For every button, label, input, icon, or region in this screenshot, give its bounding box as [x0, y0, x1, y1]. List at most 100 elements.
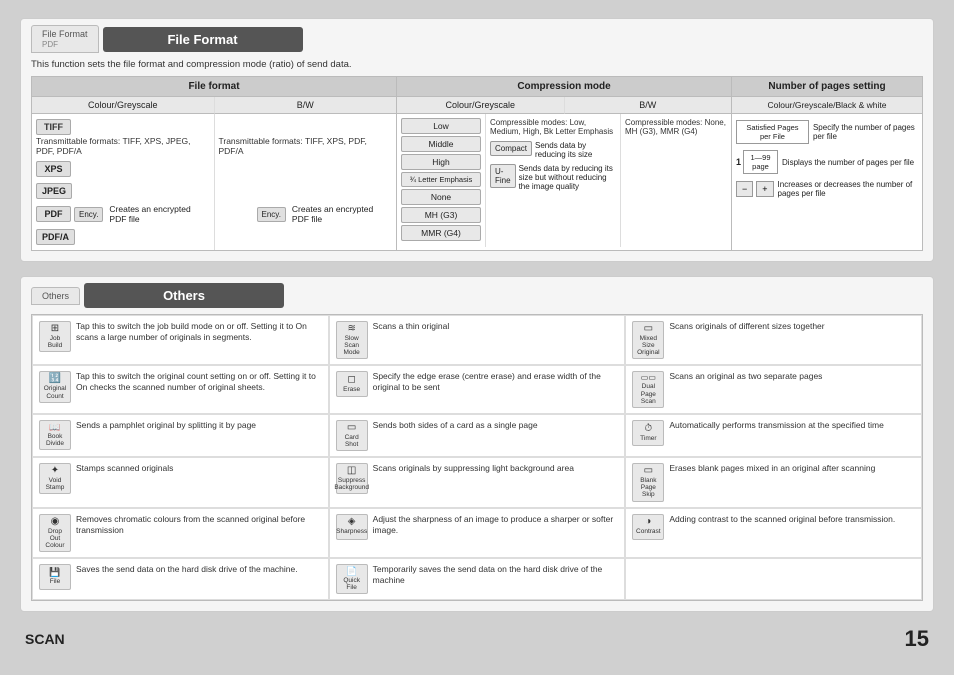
book-divide-icon[interactable]: 📖 Book Divide [39, 420, 71, 450]
compress-levels-list: Low Middle High ¾ Letter Emphasis None M… [401, 118, 481, 241]
compact-btn[interactable]: Compact [490, 141, 532, 156]
file-format-tab[interactable]: File Format PDF [31, 25, 99, 53]
compress-middle[interactable]: Middle [401, 136, 481, 152]
mixed-size-icon[interactable]: ▭ Mixed Size Original [632, 321, 664, 359]
others-item-contrast: ◑ Contrast Adding contrast to the scanne… [625, 508, 922, 558]
file-icon[interactable]: 💾 File [39, 564, 71, 590]
original-count-icon[interactable]: 🔢 Original Count [39, 371, 71, 402]
ff-pdf-bw: PDF Ency. Creates an encrypted PDF file [219, 204, 393, 224]
quick-file-icon[interactable]: 📄 Quick File [336, 564, 368, 594]
ency-bw[interactable]: Ency. [257, 207, 286, 222]
ff-tiff-bw-text: Transmittable formats: TIFF, XPS, PDF, P… [219, 136, 367, 156]
quick-file-text: Temporarily saves the send data on the h… [373, 564, 619, 586]
page-increment-btn[interactable]: + [756, 181, 773, 197]
others-item-timer: ⏱ Timer Automatically performs transmiss… [625, 414, 922, 457]
suppress-bg-icon[interactable]: ◫ Suppress Background [336, 463, 368, 494]
contrast-icon[interactable]: ◑ Contrast [632, 514, 664, 540]
ff-compress-colour-header: Colour/Greyscale [397, 97, 564, 114]
compress-none[interactable]: None [401, 189, 481, 205]
others-item-book-divide: 📖 Book Divide Sends a pamphlet original … [32, 414, 329, 457]
slow-scan-icon[interactable]: ≋ Slow Scan Mode [336, 321, 368, 359]
others-item-original-count: 🔢 Original Count Tap this to switch the … [32, 365, 329, 413]
ff-colour-formats: TIFF Transmittable formats: TIFF, XPS, J… [36, 118, 210, 246]
ff-compress-bw-header: B/W [564, 97, 732, 114]
card-shot-text: Sends both sides of a card as a single p… [373, 420, 619, 431]
dual-page-text: Scans an original as two separate pages [669, 371, 915, 382]
file-format-desc: This function sets the file format and c… [31, 59, 923, 70]
ff-pages-header: Number of pages setting [732, 77, 922, 97]
compress-levels-col: Low Middle High ¾ Letter Emphasis None M… [397, 114, 486, 247]
ff-compression-body: Low Middle High ¾ Letter Emphasis None M… [397, 114, 731, 247]
xps-btn-colour[interactable]: XPS [36, 161, 71, 177]
pdf-btn-colour[interactable]: PDF [36, 206, 71, 222]
page-decrement-btn[interactable]: − [736, 181, 753, 197]
pages-num-display: 1 1—99 page [736, 150, 778, 174]
mixed-size-text: Scans originals of different sizes toget… [669, 321, 915, 332]
compress-desc-colour-col: Compressible modes: Low, Medium, High, B… [486, 114, 621, 247]
timer-text: Automatically performs transmission at t… [669, 420, 915, 431]
others-header-row: Others Others [31, 283, 923, 308]
ff-pdfa-colour: PDF/A [36, 228, 210, 246]
others-item-suppress-bg: ◫ Suppress Background Scans originals by… [329, 457, 626, 507]
erase-icon[interactable]: ◻ Erase [336, 371, 368, 397]
compress-high[interactable]: High [401, 154, 481, 170]
ff-tiff-colour-text: Transmittable formats: TIFF, XPS, JPEG, … [36, 136, 190, 156]
scan-label: SCAN [25, 631, 65, 647]
dropout-colour-icon[interactable]: ◉ Drop Out Colour [39, 514, 71, 552]
file-text: Saves the send data on the hard disk dri… [76, 564, 322, 575]
job-build-icon[interactable]: ⊞ JobBuild [39, 321, 71, 352]
file-format-body: File Format PDF File Format This functio… [21, 19, 933, 261]
compress-mh[interactable]: MH (G3) [401, 207, 481, 223]
compress-letter[interactable]: ¾ Letter Emphasis [401, 172, 481, 187]
ff-compression-header: Compression mode [397, 77, 731, 97]
page-number: 15 [905, 626, 929, 652]
specified-pages-input[interactable]: Satisfied Pages per File [736, 120, 809, 144]
dropout-colour-text: Removes chromatic colours from the scann… [76, 514, 322, 536]
blank-page-skip-text: Erases blank pages mixed in an original … [669, 463, 915, 474]
others-item-job-build: ⊞ JobBuild Tap this to switch the job bu… [32, 315, 329, 365]
pages-specify-row: Satisfied Pages per File Specify the num… [736, 120, 918, 144]
page-range-display: 1—99 page [743, 150, 778, 174]
others-item-erase: ◻ Erase Specify the edge erase (centre e… [329, 365, 626, 413]
pages-body: Satisfied Pages per File Specify the num… [732, 114, 922, 204]
ff-bw-col: TIFF Transmittable formats: TIFF, XPS, P… [215, 114, 397, 250]
tiff-btn-colour[interactable]: TIFF [36, 119, 71, 135]
ff-tiff-colour-desc: TIFF Transmittable formats: TIFF, XPS, J… [36, 118, 210, 156]
book-divide-text: Sends a pamphlet original by splitting i… [76, 420, 322, 431]
others-item-dropout-colour: ◉ Drop Out Colour Removes chromatic colo… [32, 508, 329, 558]
ff-pdf-colour-desc: Creates an encrypted PDF file [109, 204, 209, 224]
card-shot-icon[interactable]: ▭ Card Shot [336, 420, 368, 451]
ency-colour[interactable]: Ency. [74, 207, 103, 222]
sharpness-text: Adjust the sharpness of an image to prod… [373, 514, 619, 536]
ufine-desc: Sends data by reducing its size but with… [519, 164, 616, 191]
compress-mmr[interactable]: MMR (G4) [401, 225, 481, 241]
compress-low[interactable]: Low [401, 118, 481, 134]
ufine-btn[interactable]: U-Fine [490, 164, 516, 188]
ff-pages-col: Number of pages setting Colour/Greyscale… [732, 77, 922, 250]
others-grid: ⊞ JobBuild Tap this to switch the job bu… [31, 314, 923, 601]
others-item-void-stamp: ✦ Void Stamp Stamps scanned originals [32, 457, 329, 507]
blank-page-skip-icon[interactable]: ▭ Blank Page Skip [632, 463, 664, 501]
ff-colour-header: Colour/Greyscale [32, 97, 214, 114]
ff-compression-col: Compression mode Colour/Greyscale B/W Lo… [397, 77, 732, 250]
sharpness-icon[interactable]: ◈ Sharpness [336, 514, 368, 540]
void-stamp-text: Stamps scanned originals [76, 463, 322, 474]
compress-desc-bw-col: Compressible modes: None, MH (G3), MMR (… [621, 114, 731, 247]
page-container: File Format PDF File Format This functio… [0, 0, 954, 672]
contrast-text: Adding contrast to the scanned original … [669, 514, 915, 525]
dual-page-icon[interactable]: ▭▭ Dual Page Scan [632, 371, 664, 407]
jpeg-btn-colour[interactable]: JPEG [36, 183, 72, 199]
others-tab[interactable]: Others [31, 287, 80, 305]
others-item-dual-page: ▭▭ Dual Page Scan Scans an original as t… [625, 365, 922, 413]
ff-compression-sub-headers: Colour/Greyscale B/W [397, 97, 731, 114]
ff-pdf-bw-desc: Creates an encrypted PDF file [292, 204, 392, 224]
ff-main-layout: File format Colour/Greyscale B/W TIFF Tr… [31, 76, 923, 251]
pages-stepper-row: − + Increases or decreases the number of… [736, 180, 918, 198]
others-item-empty [625, 558, 922, 600]
others-body: Others Others ⊞ JobBuild Tap this to swi… [21, 277, 933, 611]
void-stamp-icon[interactable]: ✦ Void Stamp [39, 463, 71, 494]
pdfa-btn-colour[interactable]: PDF/A [36, 229, 75, 245]
ff-colour-col: TIFF Transmittable formats: TIFF, XPS, J… [32, 114, 215, 250]
timer-icon[interactable]: ⏱ Timer [632, 420, 664, 446]
page-steppers: − + [736, 181, 774, 197]
